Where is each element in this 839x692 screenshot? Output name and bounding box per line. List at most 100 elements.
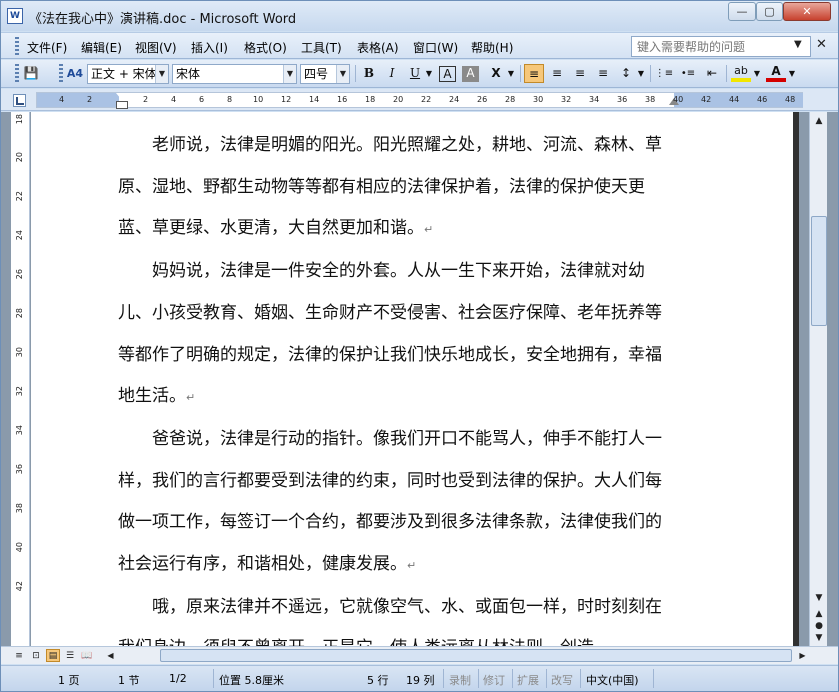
close-button[interactable]: ✕: [783, 2, 831, 21]
status-page: 1 页: [58, 674, 80, 687]
first-line-indent-marker[interactable]: [116, 93, 128, 109]
previous-page-icon[interactable]: ▲: [812, 608, 826, 620]
document-area: 18 20 22 24 26 28 30 32 34 36 38 40 42 老…: [1, 112, 838, 646]
menu-grip-icon[interactable]: [15, 37, 19, 55]
status-section: 1 节: [118, 674, 140, 687]
vertical-scroll-thumb[interactable]: [811, 216, 827, 326]
underline-button[interactable]: U: [405, 64, 425, 83]
character-border-button[interactable]: A: [439, 66, 456, 82]
font-value: 宋体: [176, 67, 201, 81]
normal-view-icon[interactable]: ≡: [12, 649, 26, 662]
toolbar-grip-icon[interactable]: [59, 64, 63, 82]
ruler-tick: 44: [729, 95, 740, 104]
horizontal-scroll-thumb[interactable]: [160, 649, 792, 662]
status-separator: [443, 669, 444, 688]
vertical-scrollbar[interactable]: ▲ ▼ ▲ ● ▼: [809, 112, 827, 646]
menu-file[interactable]: 文件(F): [27, 39, 67, 56]
bullets-button[interactable]: •≡: [678, 64, 698, 83]
document-body[interactable]: 老师说，法律是明媚的阳光。阳光照耀之处，耕地、河流、森林、草原、湿地、野都生动物…: [118, 125, 674, 646]
ruler-left-margin: [37, 93, 119, 107]
toolbar-separator: [650, 65, 651, 82]
font-color-dropdown-icon[interactable]: ▼: [787, 64, 797, 83]
status-extend[interactable]: 扩展: [517, 672, 539, 688]
scroll-down-icon[interactable]: ▼: [811, 590, 827, 606]
paragraph[interactable]: 老师说，法律是明媚的阳光。阳光照耀之处，耕地、河流、森林、草原、湿地、野都生动物…: [118, 125, 674, 251]
align-center-button[interactable]: ≡: [547, 64, 567, 83]
reading-layout-view-icon[interactable]: 📖: [80, 649, 94, 662]
maximize-button[interactable]: ▢: [756, 2, 783, 21]
scroll-left-icon[interactable]: ◀: [104, 649, 117, 662]
menu-format[interactable]: 格式(O): [244, 39, 287, 56]
italic-button[interactable]: I: [382, 64, 402, 83]
ruler-tick: 20: [393, 95, 404, 104]
select-browse-object-icon[interactable]: ●: [812, 620, 826, 632]
status-language[interactable]: 中文(中国): [586, 672, 639, 688]
next-page-icon[interactable]: ▼: [812, 632, 826, 644]
status-column: 19 列: [406, 674, 435, 687]
highlight-dropdown-icon[interactable]: ▼: [752, 64, 762, 83]
status-record[interactable]: 录制: [449, 672, 471, 688]
word-app-icon[interactable]: W: [7, 8, 23, 24]
close-document-button[interactable]: ✕: [816, 37, 827, 52]
styles-pane-icon[interactable]: A4: [65, 64, 85, 83]
scroll-up-icon[interactable]: ▲: [811, 113, 827, 129]
line-spacing-dropdown-icon[interactable]: ▼: [636, 64, 646, 83]
save-icon[interactable]: 💾: [21, 64, 41, 83]
toolbar-grip-icon[interactable]: [15, 64, 19, 82]
paragraph[interactable]: 哦，原来法律并不遥远，它就像空气、水、或面包一样，时时刻刻在我们身边，须臾不曾离…: [118, 587, 674, 646]
chevron-down-icon[interactable]: ▼: [155, 65, 168, 83]
minimize-button[interactable]: —: [728, 2, 756, 21]
highlight-button[interactable]: ab: [731, 64, 751, 82]
numbering-button[interactable]: ⋮≡: [654, 64, 674, 83]
menu-edit[interactable]: 编辑(E): [81, 39, 122, 56]
web-layout-view-icon[interactable]: ⊡: [29, 649, 43, 662]
font-select[interactable]: 宋体 ▼: [172, 64, 297, 84]
character-scale-dropdown-icon[interactable]: ▼: [506, 64, 516, 83]
ruler-row: 4 2 2 4 6 8 10 12 14 16 18 20 22 24 26 2…: [1, 89, 838, 111]
chevron-down-icon[interactable]: ▼: [336, 65, 349, 83]
justify-button[interactable]: ≡: [593, 64, 613, 83]
menu-insert[interactable]: 插入(I): [191, 39, 228, 56]
scroll-right-icon[interactable]: ▶: [796, 649, 809, 662]
status-separator: [213, 669, 214, 688]
menu-tools[interactable]: 工具(T): [301, 39, 342, 56]
horizontal-ruler[interactable]: 4 2 2 4 6 8 10 12 14 16 18 20 22 24 26 2…: [36, 92, 803, 109]
align-right-button[interactable]: ≡: [570, 64, 590, 83]
ruler-tick: 2: [143, 95, 149, 104]
print-layout-view-icon[interactable]: ▤: [46, 649, 60, 662]
status-separator: [580, 669, 581, 688]
line-spacing-button[interactable]: ↕: [616, 64, 636, 83]
ruler-tick: 28: [15, 308, 24, 319]
ruler-tick: 16: [337, 95, 348, 104]
ruler-tick: 42: [15, 581, 24, 592]
align-left-button[interactable]: ≡: [524, 64, 544, 83]
paragraph[interactable]: 妈妈说，法律是一件安全的外套。人从一生下来开始，法律就对幼儿、小孩受教育、婚姻、…: [118, 251, 674, 419]
decrease-indent-button[interactable]: ⇤: [702, 64, 722, 83]
menu-view[interactable]: 视图(V): [135, 39, 177, 56]
font-color-button[interactable]: A: [766, 64, 786, 82]
chevron-down-icon[interactable]: ▼: [283, 65, 296, 83]
font-size-select[interactable]: 四号 ▼: [300, 64, 350, 84]
help-dropdown-icon[interactable]: ▼: [794, 39, 802, 50]
vertical-ruler[interactable]: 18 20 22 24 26 28 30 32 34 36 38 40 42: [11, 112, 30, 646]
character-shading-button[interactable]: A: [462, 66, 479, 82]
ruler-tick: 40: [673, 95, 684, 104]
paragraph-text: 爸爸说，法律是行动的指针。像我们开口不能骂人，伸手不能打人一样，我们的言行都要受…: [118, 428, 662, 575]
outline-view-icon[interactable]: ☰: [63, 649, 77, 662]
menu-table[interactable]: 表格(A): [357, 39, 399, 56]
underline-dropdown-icon[interactable]: ▼: [424, 64, 434, 83]
status-track-changes[interactable]: 修订: [483, 672, 505, 688]
character-scale-button[interactable]: X: [486, 64, 506, 83]
paragraph[interactable]: 爸爸说，法律是行动的指针。像我们开口不能骂人，伸手不能打人一样，我们的言行都要受…: [118, 419, 674, 587]
ruler-tick: 26: [477, 95, 488, 104]
document-page[interactable]: 老师说，法律是明媚的阳光。阳光照耀之处，耕地、河流、森林、草原、湿地、野都生动物…: [31, 112, 793, 646]
menu-window[interactable]: 窗口(W): [413, 39, 458, 56]
style-select[interactable]: 正文 + 宋体 ▼: [87, 64, 169, 84]
bold-button[interactable]: B: [359, 64, 379, 83]
ruler-tick: 32: [15, 386, 24, 397]
tab-selector-icon[interactable]: [13, 94, 26, 107]
menu-help[interactable]: 帮助(H): [471, 39, 513, 56]
status-overtype[interactable]: 改写: [551, 672, 573, 688]
ruler-tick: 30: [15, 347, 24, 358]
help-search-input[interactable]: [631, 36, 811, 57]
